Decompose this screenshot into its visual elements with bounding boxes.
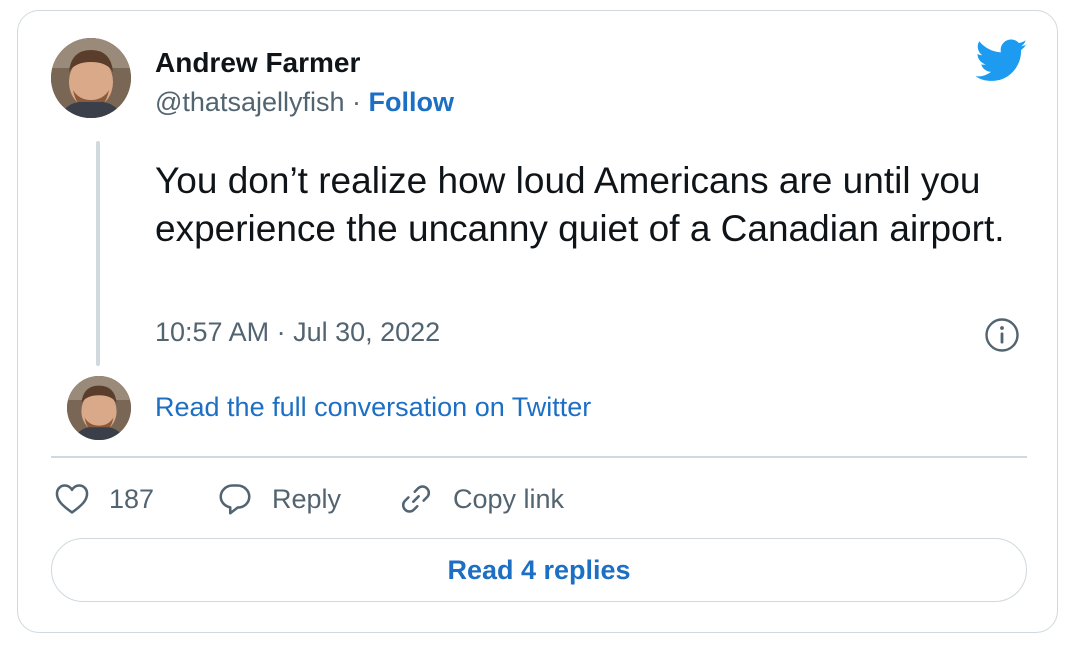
- follow-button[interactable]: Follow: [369, 87, 454, 117]
- like-count: 187: [109, 483, 155, 514]
- conversation-avatar[interactable]: [67, 376, 131, 440]
- divider: [51, 456, 1027, 458]
- author-avatar[interactable]: [51, 38, 131, 118]
- tweet-timestamp[interactable]: 10:57 AM · Jul 30, 2022: [155, 317, 440, 348]
- copy-link-button[interactable]: Copy link: [397, 477, 564, 521]
- tweet-text: You don’t realize how loud Americans are…: [155, 160, 1005, 249]
- read-replies-button[interactable]: Read 4 replies: [51, 538, 1027, 602]
- heart-icon: [55, 484, 89, 514]
- reply-button[interactable]: Reply: [216, 477, 341, 521]
- link-icon: [401, 485, 431, 513]
- reply-label: Reply: [272, 483, 342, 514]
- speech-bubble-icon: [219, 484, 251, 515]
- author-name[interactable]: Andrew Farmer: [155, 47, 360, 79]
- info-icon[interactable]: [984, 317, 1020, 353]
- author-handle[interactable]: @thatsajellyfish: [155, 87, 345, 117]
- copy-link-label: Copy link: [453, 483, 565, 514]
- meta-separator: ·: [344, 87, 369, 117]
- like-button[interactable]: 187: [53, 477, 154, 521]
- twitter-bird-icon[interactable]: [976, 39, 1028, 83]
- avatar-photo: [51, 38, 131, 118]
- thread-connector-line: [96, 141, 100, 366]
- read-full-conversation-link[interactable]: Read the full conversation on Twitter: [155, 392, 591, 423]
- author-meta: @thatsajellyfish · Follow: [155, 87, 454, 118]
- embedded-tweet-card: Andrew Farmer @thatsajellyfish · Follow …: [17, 10, 1058, 633]
- avatar-photo-small: [67, 376, 131, 440]
